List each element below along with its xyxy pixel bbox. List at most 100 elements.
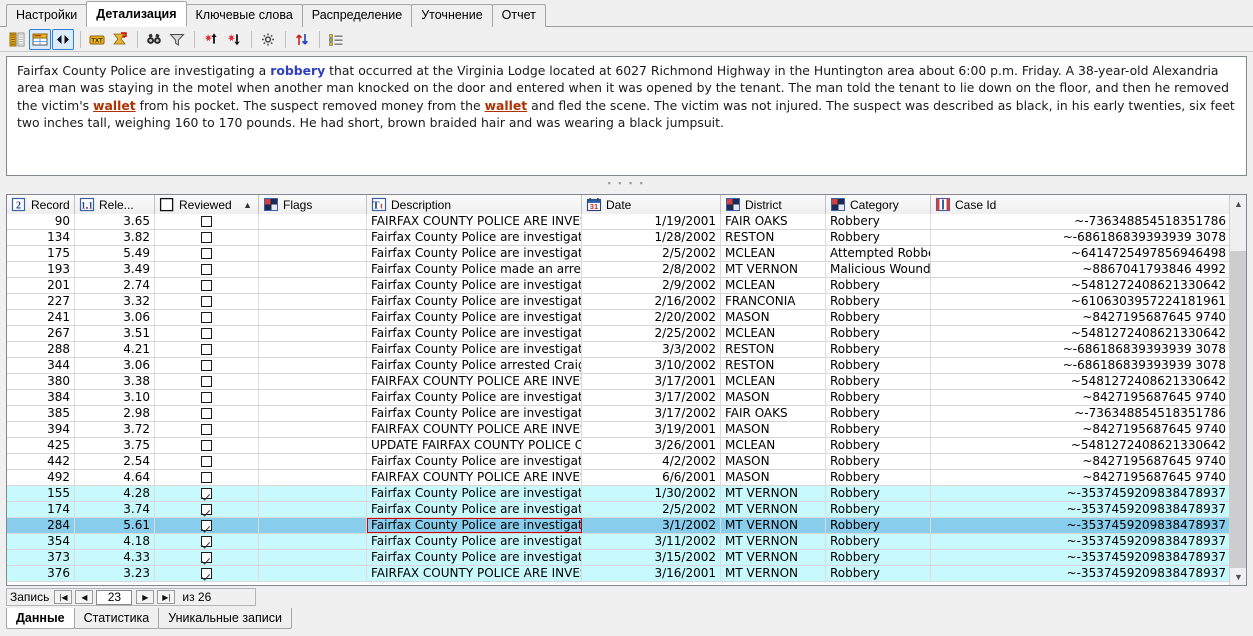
cell-rele[interactable]: 3.32 [75, 294, 155, 309]
cell-district[interactable]: FRANCONIA [721, 294, 826, 309]
cell-record[interactable]: 267 [7, 326, 75, 341]
table-row[interactable]: 288 4.21 Fairfax County Police are investi… [7, 342, 1246, 358]
cell-district[interactable]: MASON [721, 390, 826, 405]
cell-date[interactable]: 2/20/2002 [582, 310, 721, 325]
table-row[interactable]: 227 3.32 Fairfax County Police are investi… [7, 294, 1246, 310]
cell-flags[interactable] [259, 534, 367, 549]
cell-district[interactable]: MCLEAN [721, 438, 826, 453]
cell-district[interactable]: MT VERNON [721, 550, 826, 565]
cell-caseid[interactable]: ~8427195687645 9740 [931, 422, 1231, 437]
cell-description[interactable]: FAIRFAX COUNTY POLICE ARE INVESTIGA [367, 214, 582, 229]
cell-category[interactable]: Robbery [826, 310, 931, 325]
cell-rele[interactable]: 3.65 [75, 214, 155, 229]
cell-district[interactable]: FAIR OAKS [721, 214, 826, 229]
cell-rele[interactable]: 3.72 [75, 422, 155, 437]
cell-date[interactable]: 2/5/2002 [582, 246, 721, 261]
reviewed-checkbox[interactable] [201, 456, 212, 467]
cell-reviewed[interactable] [155, 486, 259, 501]
cell-category[interactable]: Malicious Wounding [826, 262, 931, 277]
cell-date[interactable]: 3/17/2002 [582, 406, 721, 421]
sort-ascending-icon[interactable]: ▲ [243, 200, 252, 210]
cell-category[interactable]: Robbery [826, 438, 931, 453]
cell-date[interactable]: 3/17/2002 [582, 390, 721, 405]
table-row[interactable]: 284 5.61 Fairfax County Police are investi… [7, 518, 1246, 534]
cell-category[interactable]: Robbery [826, 486, 931, 501]
cell-rele[interactable]: 4.33 [75, 550, 155, 565]
cell-reviewed[interactable] [155, 438, 259, 453]
reviewed-checkbox[interactable] [201, 408, 212, 419]
table-row[interactable]: 241 3.06 Fairfax County Police are investi… [7, 310, 1246, 326]
reviewed-checkbox[interactable] [201, 296, 212, 307]
cell-flags[interactable] [259, 262, 367, 277]
reviewed-checkbox[interactable] [201, 232, 212, 243]
cell-record[interactable]: 241 [7, 310, 75, 325]
cell-district[interactable]: FAIR OAKS [721, 406, 826, 421]
table-row[interactable]: 384 3.10 Fairfax County Police are investi… [7, 390, 1246, 406]
cell-description[interactable]: Fairfax County Police are investigating … [367, 550, 582, 565]
table-row[interactable]: 3803.38 FAIRFAX COUNTY POLICE ARE INVESTI… [7, 374, 1246, 390]
cell-description[interactable]: FAIRFAX COUNTY POLICE ARE INVESTIGA [367, 374, 582, 389]
table-row[interactable]: 267 3.51 Fairfax County Police are investi… [7, 326, 1246, 342]
cell-rele[interactable]: 3.82 [75, 230, 155, 245]
cell-date[interactable]: 3/17/2001 [582, 374, 721, 389]
cell-district[interactable]: MT VERNON [721, 486, 826, 501]
cell-record[interactable]: 288 [7, 342, 75, 357]
cell-rele[interactable]: 4.18 [75, 534, 155, 549]
cell-reviewed[interactable] [155, 406, 259, 421]
cell-district[interactable]: MT VERNON [721, 262, 826, 277]
cell-category[interactable]: Robbery [826, 278, 931, 293]
cell-category[interactable]: Robbery [826, 230, 931, 245]
filter-button[interactable] [166, 29, 188, 50]
reviewed-checkbox[interactable] [201, 568, 212, 579]
sort-button[interactable] [291, 29, 313, 50]
cell-category[interactable]: Robbery [826, 294, 931, 309]
table-row[interactable]: 175 5.49 Fairfax County Police are investi… [7, 246, 1246, 262]
cell-flags[interactable] [259, 518, 367, 533]
cell-category[interactable]: Robbery [826, 566, 931, 581]
cell-reviewed[interactable] [155, 454, 259, 469]
cell-caseid[interactable]: ~-3537459209838478937 [931, 534, 1231, 549]
cell-rele[interactable]: 2.98 [75, 406, 155, 421]
cell-reviewed[interactable] [155, 502, 259, 517]
cell-record[interactable]: 442 [7, 454, 75, 469]
table-row[interactable]: 134 3.82 Fairfax County Police are investi… [7, 230, 1246, 246]
cell-reviewed[interactable] [155, 214, 259, 229]
cell-flags[interactable] [259, 422, 367, 437]
cell-flags[interactable] [259, 454, 367, 469]
cell-description[interactable]: Fairfax County Police arrested Craig Spr… [367, 358, 582, 373]
table-row[interactable]: 4924.64 FAIRFAX COUNTY POLICE ARE INVESTI… [7, 470, 1246, 486]
cell-flags[interactable] [259, 502, 367, 517]
cell-caseid[interactable]: ~-3537459209838478937 [931, 518, 1231, 533]
cell-caseid[interactable]: ~-736348854518351786 [931, 406, 1231, 421]
cell-category[interactable]: Robbery [826, 534, 931, 549]
cell-district[interactable]: MASON [721, 310, 826, 325]
cell-description[interactable]: Fairfax County Police are investigating … [367, 502, 582, 517]
cell-flags[interactable] [259, 470, 367, 485]
reviewed-checkbox[interactable] [201, 488, 212, 499]
flag-up-button[interactable] [200, 29, 222, 50]
cell-rele[interactable]: 5.61 [75, 518, 155, 533]
cell-caseid[interactable]: ~5481272408621330642 [931, 278, 1231, 293]
previous-record-button[interactable]: ◀ [75, 590, 94, 604]
settings-gear-button[interactable] [257, 29, 279, 50]
cell-date[interactable]: 3/16/2001 [582, 566, 721, 581]
last-record-button[interactable]: ▶| [157, 590, 176, 604]
cell-district[interactable]: MCLEAN [721, 246, 826, 261]
cell-rele[interactable]: 5.49 [75, 246, 155, 261]
cell-district[interactable]: MT VERNON [721, 518, 826, 533]
cell-reviewed[interactable] [155, 422, 259, 437]
main-tab-4[interactable]: Распределение [301, 4, 413, 27]
reviewed-checkbox[interactable] [201, 536, 212, 547]
cell-caseid[interactable]: ~-3537459209838478937 [931, 566, 1231, 581]
main-tab-6[interactable]: Отчет [491, 4, 546, 27]
cell-flags[interactable] [259, 246, 367, 261]
column-header-category[interactable]: Category [826, 195, 931, 214]
cell-record[interactable]: 174 [7, 502, 75, 517]
cell-category[interactable]: Robbery [826, 406, 931, 421]
cell-flags[interactable] [259, 326, 367, 341]
cell-date[interactable]: 3/10/2002 [582, 358, 721, 373]
cell-caseid[interactable]: ~6414725497856946498 [931, 246, 1231, 261]
cell-reviewed[interactable] [155, 278, 259, 293]
cell-flags[interactable] [259, 294, 367, 309]
reviewed-checkbox[interactable] [201, 472, 212, 483]
